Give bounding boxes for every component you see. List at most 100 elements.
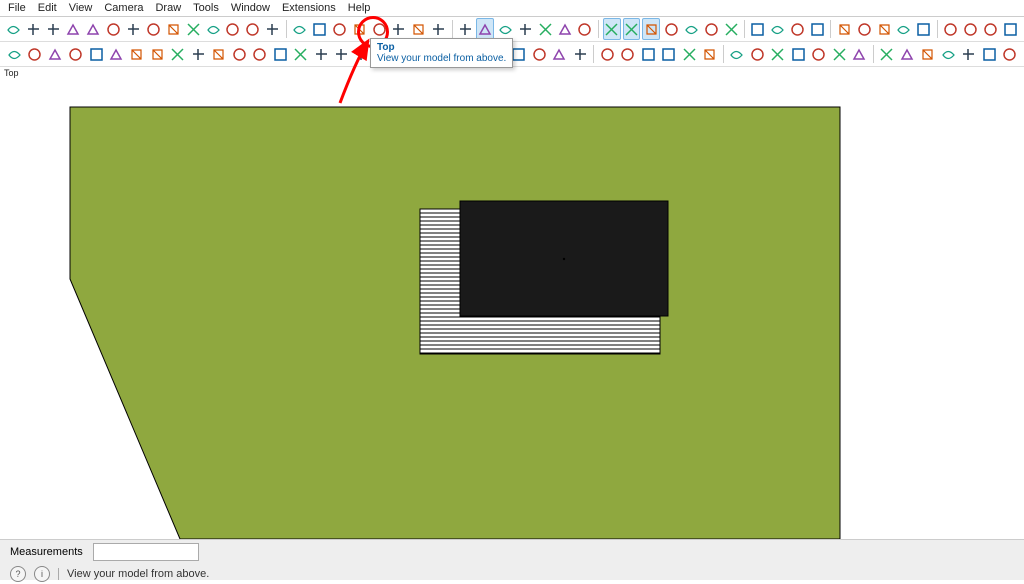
walk-button[interactable] <box>410 18 428 40</box>
fog-button[interactable] <box>855 18 873 40</box>
add-loc-button[interactable] <box>748 43 766 65</box>
trim-button[interactable] <box>961 18 979 40</box>
sandbox-button[interactable] <box>1001 18 1019 40</box>
menu-draw[interactable]: Draw <box>155 2 181 14</box>
orbit-button[interactable] <box>290 18 308 40</box>
solid-intersect-button[interactable] <box>915 18 933 40</box>
prev-button[interactable] <box>390 18 408 40</box>
rotated-rect-button[interactable] <box>148 43 166 65</box>
select-button[interactable] <box>5 18 23 40</box>
right-button[interactable] <box>516 18 534 40</box>
solid-tools-d-button[interactable] <box>850 43 868 65</box>
polygon2-button[interactable] <box>189 43 207 65</box>
ext-g-button[interactable] <box>1000 43 1018 65</box>
circle-button[interactable] <box>105 18 123 40</box>
model-canvas[interactable] <box>0 79 1024 539</box>
rect2-button[interactable] <box>128 43 146 65</box>
polygon-button[interactable] <box>124 18 142 40</box>
ext-e-button[interactable] <box>960 43 978 65</box>
zoom-button[interactable] <box>330 18 348 40</box>
eraser2-button[interactable] <box>66 43 84 65</box>
back-button[interactable] <box>536 18 554 40</box>
outliner-button[interactable] <box>660 43 678 65</box>
shaded-button[interactable] <box>682 18 700 40</box>
section-fill-button[interactable] <box>809 18 827 40</box>
viewport[interactable] <box>0 79 1024 539</box>
menu-bar[interactable]: File Edit View Camera Draw Tools Window Extensi… <box>0 0 1024 17</box>
menu-extensions[interactable]: Extensions <box>282 2 336 14</box>
menu-window[interactable]: Window <box>231 2 270 14</box>
front-button[interactable] <box>496 18 514 40</box>
materials-button[interactable] <box>571 43 589 65</box>
freehand-button[interactable] <box>87 43 105 65</box>
arc2-button[interactable] <box>107 43 125 65</box>
bottom-button[interactable] <box>576 18 594 40</box>
geo-location-button[interactable] <box>728 43 746 65</box>
line-button[interactable] <box>45 18 63 40</box>
ext-d-button[interactable] <box>939 43 957 65</box>
section-display-button[interactable] <box>769 18 787 40</box>
scale2-button[interactable] <box>271 43 289 65</box>
label-button[interactable] <box>353 43 371 65</box>
pushpull2-button[interactable] <box>210 43 228 65</box>
shaded-tex-button[interactable] <box>702 18 720 40</box>
shadows-button[interactable] <box>835 18 853 40</box>
ext-c-button[interactable] <box>919 43 937 65</box>
eraser-button[interactable] <box>25 18 43 40</box>
solid-subtract-button[interactable] <box>895 18 913 40</box>
ext-b-button[interactable] <box>898 43 916 65</box>
menu-tools[interactable]: Tools <box>193 2 219 14</box>
solid-tools-b-button[interactable] <box>810 43 828 65</box>
outer-shell-button[interactable] <box>942 18 960 40</box>
pushpull-button[interactable] <box>144 18 162 40</box>
menu-view[interactable]: View <box>69 2 93 14</box>
menu-camera[interactable]: Camera <box>104 2 143 14</box>
match-photo-button[interactable] <box>680 43 698 65</box>
left-button[interactable] <box>556 18 574 40</box>
text-button[interactable] <box>264 18 282 40</box>
menu-file[interactable]: File <box>8 2 26 14</box>
circle2-button[interactable] <box>169 43 187 65</box>
solid-tools-a-button[interactable] <box>789 43 807 65</box>
protractor-button[interactable] <box>332 43 350 65</box>
axes-button[interactable] <box>291 43 309 65</box>
iso-button[interactable] <box>457 18 475 40</box>
ext-f-button[interactable] <box>980 43 998 65</box>
preview-button[interactable] <box>769 43 787 65</box>
xray-button[interactable] <box>603 18 621 40</box>
softener-button[interactable] <box>598 43 616 65</box>
pan-button[interactable] <box>310 18 328 40</box>
styles-button[interactable] <box>619 43 637 65</box>
move-button[interactable] <box>164 18 182 40</box>
search-button[interactable] <box>5 43 23 65</box>
look-button[interactable] <box>430 18 448 40</box>
solid-tools-c-button[interactable] <box>830 43 848 65</box>
split-button[interactable] <box>981 18 999 40</box>
zoom-window-button[interactable] <box>370 18 388 40</box>
solid-union-button[interactable] <box>875 18 893 40</box>
offset2-button[interactable] <box>250 43 268 65</box>
monochrome-button[interactable] <box>722 18 740 40</box>
hidden-line-button[interactable] <box>662 18 680 40</box>
layers-button[interactable] <box>530 43 548 65</box>
section-plane-button[interactable] <box>749 18 767 40</box>
pencil-button[interactable] <box>46 43 64 65</box>
menu-edit[interactable]: Edit <box>38 2 57 14</box>
instructor-button[interactable] <box>700 43 718 65</box>
scale-button[interactable] <box>204 18 222 40</box>
section-cut-button[interactable] <box>789 18 807 40</box>
back-edges-button[interactable] <box>623 18 641 40</box>
zoom-extents-button[interactable] <box>350 18 368 40</box>
arc-button[interactable] <box>65 18 83 40</box>
dim-button[interactable] <box>312 43 330 65</box>
rotate-button[interactable] <box>184 18 202 40</box>
scenes-button[interactable] <box>639 43 657 65</box>
pointer-button[interactable] <box>25 43 43 65</box>
top-button[interactable] <box>476 18 494 40</box>
tape-button[interactable] <box>244 18 262 40</box>
ext-a-button[interactable] <box>878 43 896 65</box>
menu-help[interactable]: Help <box>348 2 371 14</box>
measurements-input[interactable] <box>93 543 199 561</box>
entity-info-button[interactable] <box>550 43 568 65</box>
follow-me-button[interactable] <box>230 43 248 65</box>
